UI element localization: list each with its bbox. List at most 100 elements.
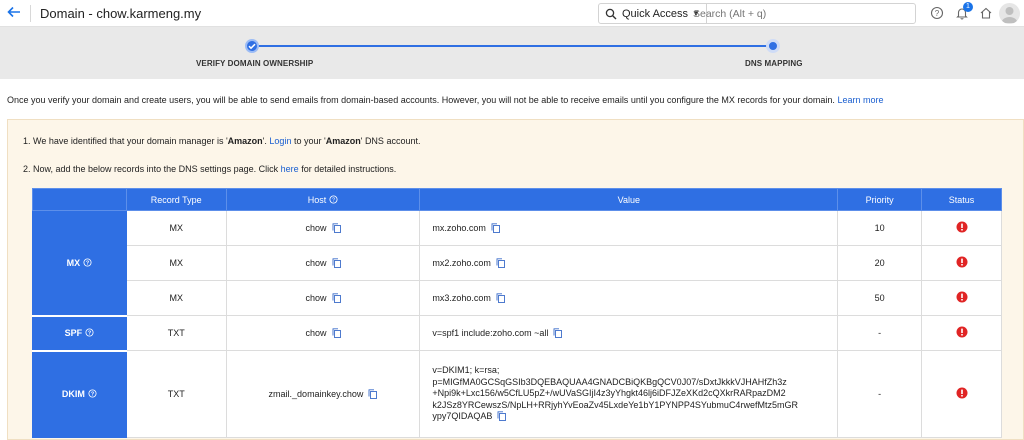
priority-cell: - bbox=[837, 315, 923, 351]
record-type: MX bbox=[125, 210, 227, 246]
step-dns-dot bbox=[766, 39, 780, 53]
host-value: chow bbox=[305, 223, 327, 233]
help-icon[interactable]: ? bbox=[83, 258, 92, 267]
group-spf-label: SPF bbox=[64, 328, 83, 338]
host-value: chow bbox=[305, 328, 327, 338]
domain-manager-name: Amazon bbox=[227, 136, 263, 146]
copy-icon[interactable] bbox=[491, 223, 500, 233]
table-row: MX chow mx3.zoho.com 50 bbox=[33, 280, 1002, 316]
notification-badge: 1 bbox=[963, 2, 973, 12]
step1-text-a: 1. We have identified that your domain m… bbox=[23, 136, 228, 146]
intro-message: Once you verify your domain and create u… bbox=[7, 95, 835, 105]
host-value: zmail._domainkey.chow bbox=[268, 389, 364, 399]
page-title: Domain - chow.karmeng.my bbox=[40, 6, 202, 21]
value-cell: mx2.zoho.com bbox=[419, 245, 839, 281]
table-row: MX chow mx2.zoho.com 20 bbox=[33, 245, 1002, 281]
table-row: MX? MX chow mx.zoho.com 10 bbox=[32, 210, 1002, 317]
record-value: mx3.zoho.com bbox=[432, 293, 491, 303]
copy-icon[interactable] bbox=[332, 223, 341, 233]
copy-icon[interactable] bbox=[553, 328, 563, 338]
copy-icon[interactable] bbox=[332, 258, 341, 268]
svg-text:?: ? bbox=[86, 260, 89, 266]
stepper-track bbox=[252, 45, 773, 47]
dkim-value-line: v=DKIM1; k=rsa; bbox=[432, 365, 500, 376]
copy-icon[interactable] bbox=[496, 258, 505, 268]
svg-text:?: ? bbox=[91, 392, 94, 398]
error-status-icon[interactable] bbox=[956, 326, 968, 338]
record-type: MX bbox=[125, 280, 227, 316]
dkim-value-line: +Npi9k+Lxc156/w5CfLU5pZ+/wUVaSGIjI4z3yYh… bbox=[432, 388, 786, 399]
quick-access-label: Quick Access bbox=[622, 7, 689, 20]
host-value: chow bbox=[305, 258, 327, 268]
group-mx: MX? bbox=[32, 210, 127, 317]
col-record-type: Record Type bbox=[125, 188, 227, 211]
group-mx-label: MX bbox=[66, 257, 81, 268]
col-host-label: Host bbox=[307, 194, 327, 205]
table-row: DKIM? TXT zmail._domainkey.chow v=DKIM1;… bbox=[32, 350, 1002, 438]
help-icon[interactable]: ? bbox=[930, 6, 944, 20]
instructions-here-link[interactable]: here bbox=[281, 164, 299, 174]
record-value: v=spf1 include:zoho.com ~all bbox=[432, 328, 549, 338]
status-cell bbox=[921, 210, 1002, 246]
help-icon[interactable]: ? bbox=[85, 328, 94, 337]
group-dkim-label: DKIM bbox=[61, 389, 85, 400]
table-header-row: Record Type Host? Value Priority Status bbox=[32, 188, 1002, 211]
help-icon[interactable]: ? bbox=[88, 389, 97, 398]
value-cell: v=spf1 include:zoho.com ~all bbox=[419, 315, 839, 351]
home-icon[interactable] bbox=[979, 6, 993, 20]
priority-cell: 10 bbox=[837, 210, 923, 246]
col-priority: Priority bbox=[837, 188, 923, 211]
copy-icon[interactable] bbox=[332, 293, 341, 303]
error-status-icon[interactable] bbox=[956, 291, 968, 303]
step-verify-dot bbox=[245, 39, 259, 53]
help-icon[interactable]: ? bbox=[329, 194, 338, 204]
record-type: TXT bbox=[125, 315, 227, 351]
record-type: TXT bbox=[125, 350, 227, 438]
status-cell bbox=[921, 315, 1002, 351]
svg-text:?: ? bbox=[332, 197, 335, 203]
host-cell: chow bbox=[225, 245, 421, 281]
error-status-icon[interactable] bbox=[956, 256, 968, 268]
instruction-step-1: 1. We have identified that your domain m… bbox=[23, 136, 420, 146]
error-status-icon[interactable] bbox=[956, 387, 968, 399]
svg-text:?: ? bbox=[935, 9, 940, 18]
dkim-value-line: k2JSz8YRCewszS/NpLH+RRjyhYvEoaZv45LxdeYe… bbox=[432, 399, 798, 410]
login-link[interactable]: Login bbox=[269, 136, 291, 146]
dns-records-table: Record Type Host? Value Priority Status … bbox=[32, 188, 1002, 438]
error-status-icon[interactable] bbox=[956, 221, 968, 233]
status-cell bbox=[921, 280, 1002, 316]
record-type: MX bbox=[125, 245, 227, 281]
instruction-step-2: 2. Now, add the below records into the D… bbox=[23, 164, 396, 174]
host-cell: chow bbox=[225, 210, 421, 246]
avatar[interactable] bbox=[999, 3, 1020, 24]
search-input[interactable] bbox=[693, 4, 913, 23]
host-cell: zmail._domainkey.chow bbox=[225, 350, 421, 438]
col-value: Value bbox=[419, 188, 839, 211]
col-status: Status bbox=[921, 188, 1002, 211]
status-cell bbox=[921, 245, 1002, 281]
priority-cell: 20 bbox=[837, 245, 923, 281]
copy-icon[interactable] bbox=[368, 389, 378, 399]
search-bar[interactable]: Quick Access ▼ bbox=[598, 3, 916, 24]
copy-icon[interactable] bbox=[496, 293, 505, 303]
host-cell: chow bbox=[225, 315, 421, 351]
copy-icon[interactable] bbox=[332, 328, 341, 338]
value-cell: mx3.zoho.com bbox=[419, 280, 839, 316]
priority-cell: 50 bbox=[837, 280, 923, 316]
record-value: mx2.zoho.com bbox=[432, 258, 491, 268]
dkim-value-last: ypy7QIDAQAB bbox=[432, 411, 837, 423]
dkim-value-line: ypy7QIDAQAB bbox=[432, 411, 493, 422]
step-dns-label: DNS MAPPING bbox=[745, 59, 803, 68]
dkim-value-line: p=MIGfMA0GCSqGSIb3DQEBAQUAA4GNADCBiQKBgQ… bbox=[432, 376, 787, 387]
host-cell: chow bbox=[225, 280, 421, 316]
back-arrow-icon[interactable] bbox=[6, 4, 24, 22]
copy-icon[interactable] bbox=[497, 411, 507, 422]
learn-more-link[interactable]: Learn more bbox=[837, 95, 883, 105]
quick-access-dropdown[interactable]: Quick Access ▼ bbox=[599, 4, 707, 23]
step-verify-label: VERIFY DOMAIN OWNERSHIP bbox=[196, 59, 314, 68]
svg-text:?: ? bbox=[88, 331, 91, 337]
step1-text-c: to your ' bbox=[293, 136, 326, 146]
instructions-panel: 1. We have identified that your domain m… bbox=[7, 119, 1024, 440]
progress-stepper: VERIFY DOMAIN OWNERSHIP DNS MAPPING bbox=[0, 27, 1024, 79]
step2-text-a: 2. Now, add the below records into the D… bbox=[23, 164, 279, 174]
